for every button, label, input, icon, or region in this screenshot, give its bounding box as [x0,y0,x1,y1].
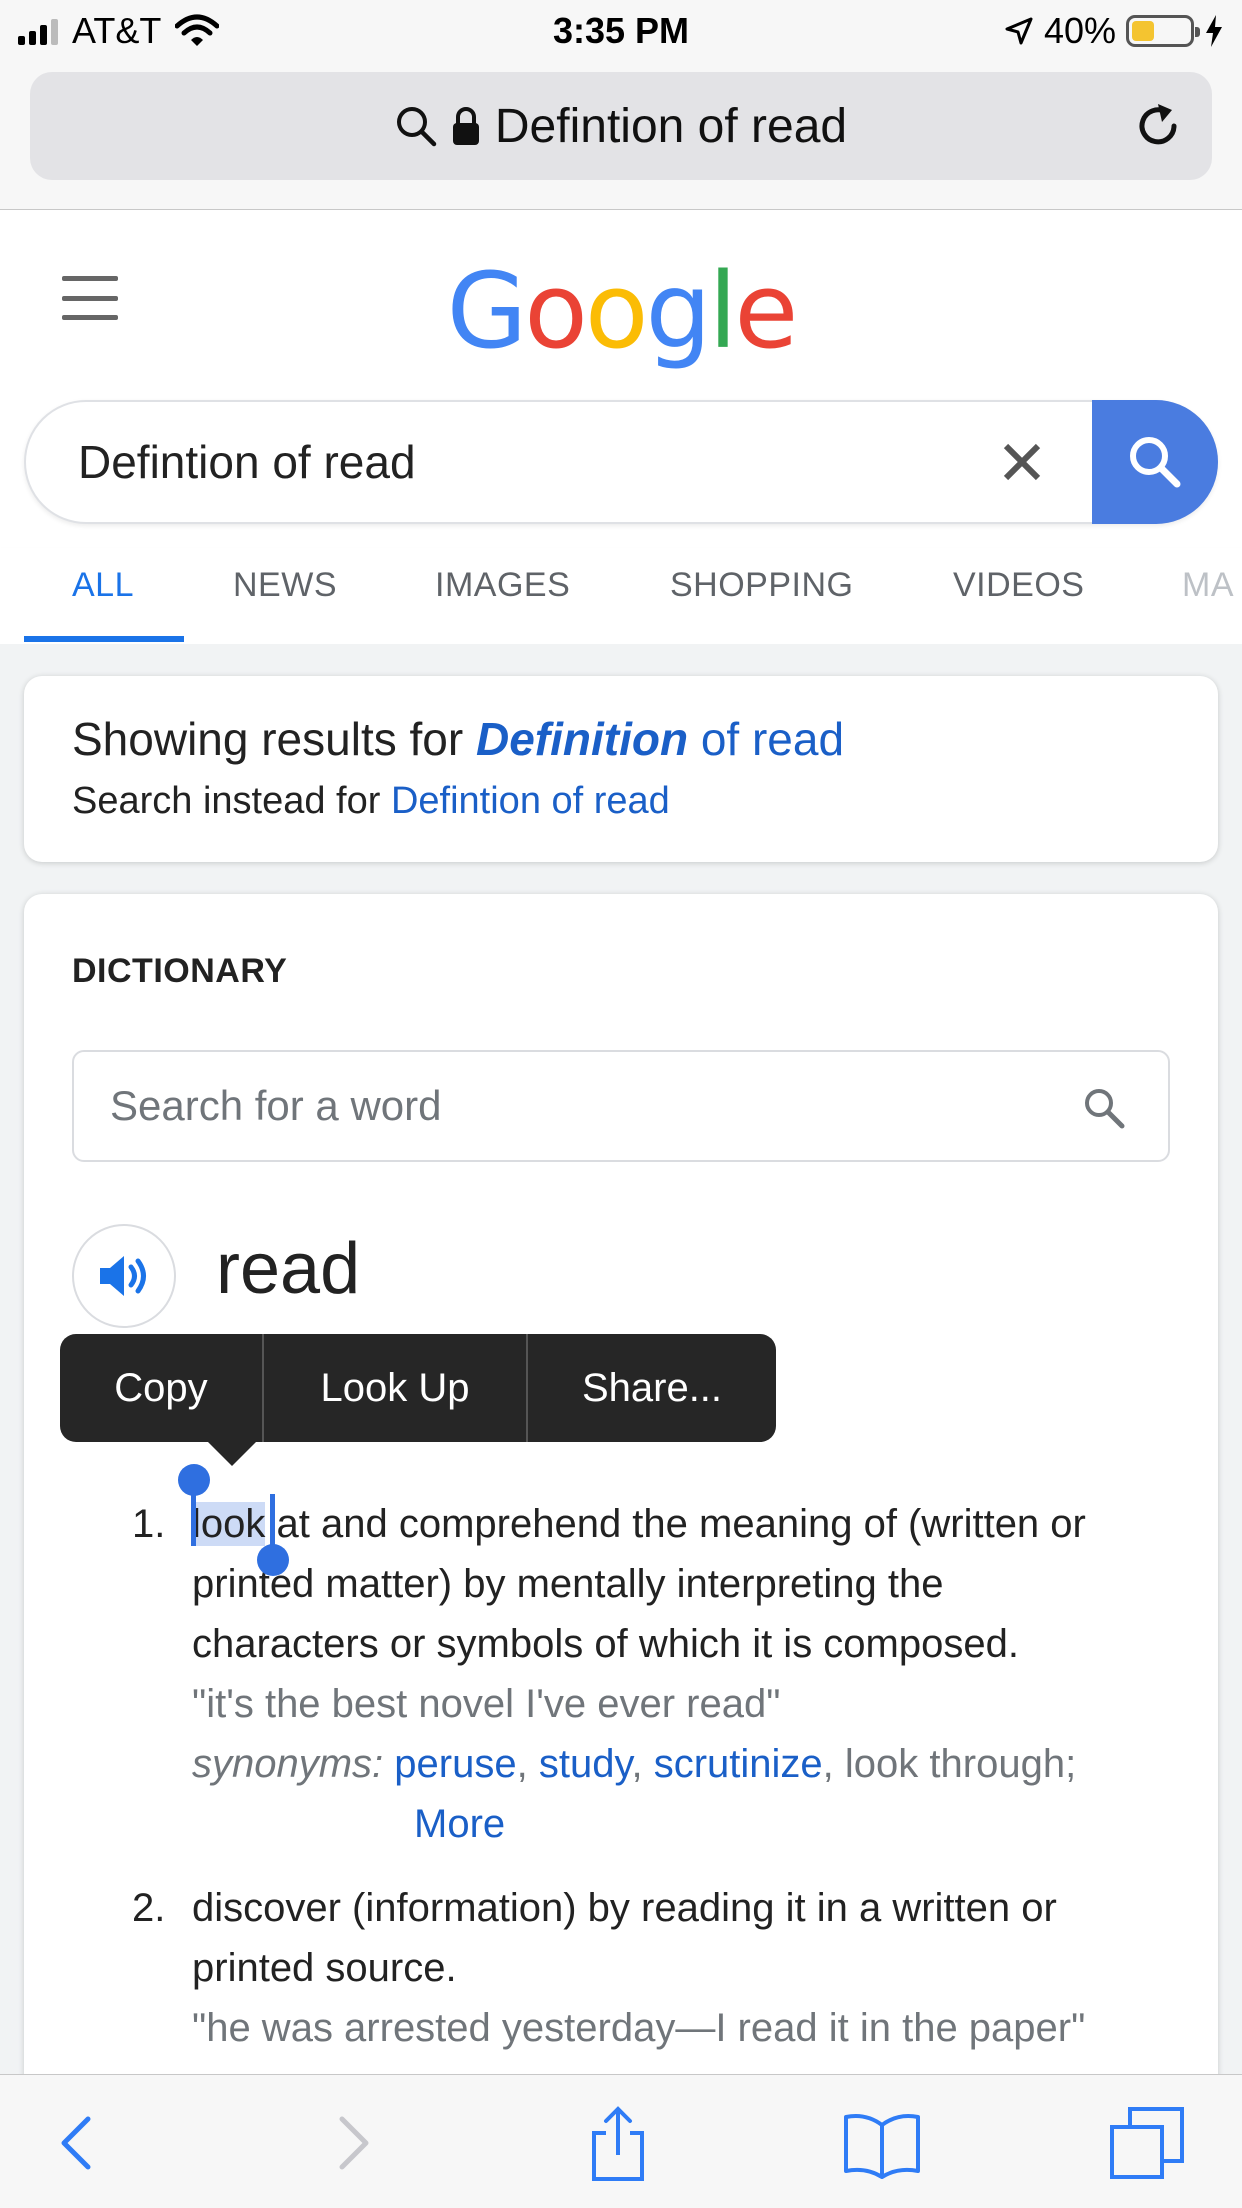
definition-number: 2. [132,1886,166,1930]
charging-bolt-icon [1206,15,1222,47]
tab-all[interactable]: ALL [72,566,134,605]
synonym-link[interactable]: peruse [394,1742,516,1786]
definition-line: printed matter) by mentally interpreting… [192,1562,944,1606]
tab-news[interactable]: NEWS [233,566,337,605]
definition-line: printed source. [192,1946,457,1990]
spelling-correction-card: Showing results for Definition of read S… [24,676,1218,862]
share-icon[interactable] [578,2103,658,2183]
battery-icon [1126,15,1200,47]
reload-icon[interactable] [1130,98,1186,154]
search-button[interactable] [1092,400,1218,524]
synonym-link[interactable]: scrutinize [654,1742,823,1786]
address-bar[interactable]: Defintion of read [30,72,1212,180]
back-icon[interactable] [38,2103,118,2183]
search-icon [1130,437,1181,488]
original-query-link[interactable]: Defintion of read [391,780,670,822]
safari-address-area: Defintion of read [0,62,1242,210]
headword: read [216,1229,361,1309]
definition-2: discover (information) by reading it in … [192,1878,1192,2058]
search-query-text[interactable]: Defintion of read [78,402,416,522]
address-text: Defintion of read [494,99,848,153]
word-search-box[interactable] [72,1050,1170,1162]
search-icon [396,107,437,147]
tab-shopping[interactable]: SHOPPING [670,566,853,605]
more-synonyms-link[interactable]: More [414,1802,505,1846]
showing-results-line: Showing results for Definition of read [72,713,845,765]
definition-1: look at and comprehend the meaning of (w… [192,1494,1172,1854]
status-bar: AT&T 3:35 PM 40% [0,0,1242,62]
usage-example: "he was arrested yesterday—I read it in … [192,2006,1086,2050]
location-arrow-icon [1005,17,1033,45]
lock-icon [452,107,479,145]
selection-start-bar [191,1494,196,1546]
speaker-icon [100,1256,146,1296]
corrected-query-link[interactable]: Definition of read [476,713,844,765]
definition-number: 1. [132,1502,166,1546]
tab-images[interactable]: IMAGES [435,566,570,605]
google-search-box[interactable]: Defintion of read [24,400,1218,524]
selection-end-handle[interactable] [257,1544,289,1576]
menu-pointer [206,1440,258,1466]
word-search-input[interactable] [110,1052,1010,1160]
look-up-menu-item[interactable]: Look Up [264,1334,526,1442]
search-instead-line: Search instead for Defintion of read [72,780,670,822]
search-icon[interactable] [1082,1086,1126,1130]
copy-menu-item[interactable]: Copy [60,1334,262,1442]
status-right: 40% [1004,10,1224,52]
active-tab-indicator [24,636,184,642]
tabs-icon[interactable] [1108,2103,1188,2183]
text-selection-menu: Copy Look Up Share... [60,1334,776,1442]
bookmarks-icon[interactable] [842,2103,922,2183]
tab-more[interactable]: MA [1182,566,1234,605]
share-menu-item[interactable]: Share... [528,1334,776,1442]
selection-end-bar [270,1494,275,1546]
tab-videos[interactable]: VIDEOS [953,566,1084,605]
safari-toolbar [0,2074,1242,2208]
clear-icon[interactable] [990,430,1054,494]
selected-text[interactable]: look [192,1502,266,1546]
selection-start-handle[interactable] [178,1464,210,1496]
search-tabs: ALL NEWS IMAGES SHOPPING VIDEOS MA [0,548,1242,644]
google-logo[interactable]: Google [0,250,1242,372]
definition-line: look at and comprehend the meaning of (w… [192,1502,1086,1546]
address-content: Defintion of read [30,72,1212,180]
definition-line: characters or symbols of which it is com… [192,1622,1019,1666]
usage-example: "it's the best novel I've ever read" [192,1682,781,1726]
battery-percent: 40% [1043,10,1116,51]
definition-line: discover (information) by reading it in … [192,1886,1057,1930]
synonym-link[interactable]: study [539,1742,632,1786]
synonyms-line: synonyms: peruse, study, scrutinize, loo… [192,1742,1077,1786]
forward-icon[interactable] [312,2103,392,2183]
pronunciation-button[interactable] [72,1224,176,1328]
dictionary-card: DICTIONARY read verb 1. look at and comp… [24,894,1218,2194]
dictionary-heading: DICTIONARY [72,952,288,990]
